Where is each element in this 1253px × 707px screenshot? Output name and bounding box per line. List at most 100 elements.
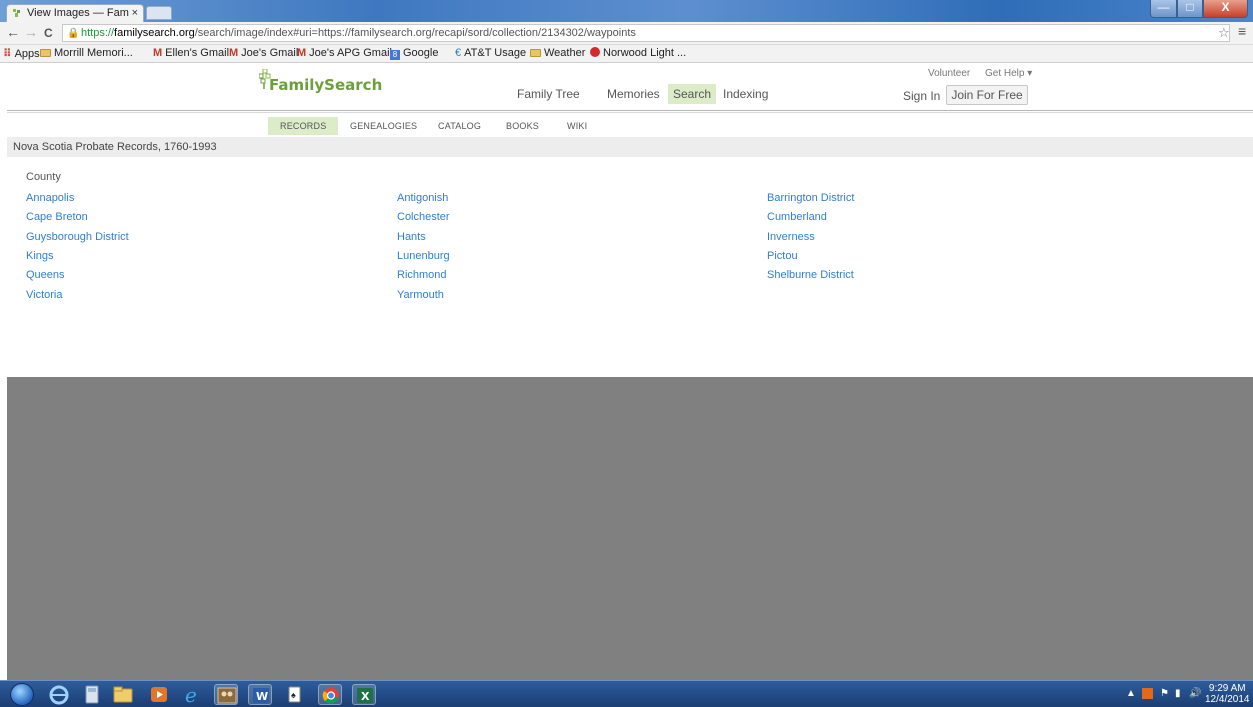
excel-icon[interactable]: X <box>352 684 376 705</box>
svg-text:e: e <box>185 684 197 705</box>
county-link-richmond[interactable]: Richmond <box>397 269 447 281</box>
maximize-button[interactable]: □ <box>1177 0 1203 18</box>
county-heading: County <box>26 171 61 183</box>
volunteer-link[interactable]: Volunteer <box>928 68 970 79</box>
county-link-shelburne-district[interactable]: Shelburne District <box>767 269 854 281</box>
join-for-free-button[interactable]: Join For Free <box>946 85 1028 105</box>
calculator-icon[interactable] <box>80 684 104 705</box>
norwood-icon <box>590 47 600 57</box>
gmail-icon: M <box>297 47 307 59</box>
subnav-records[interactable]: RECORDS <box>268 117 339 135</box>
bookmark-star-icon[interactable]: ☆ <box>1218 25 1230 41</box>
bookmark-apps[interactable]: ⠿ Apps <box>3 47 40 60</box>
window-titlebar: View Images — Fam × — □ X <box>0 0 1253 22</box>
svg-text:X: X <box>361 690 370 703</box>
header-divider-secondary <box>7 112 1253 113</box>
volume-icon[interactable]: 🔊 <box>1189 688 1201 699</box>
county-link-cape-breton[interactable]: Cape Breton <box>26 211 88 223</box>
bookmark-joes-apg-gmail[interactable]: M Joe's APG Gmail <box>297 47 392 59</box>
bookmarks-bar: ⠿ Apps Morrill Memori... M Ellen's Gmail M… <box>0 45 1253 63</box>
tray-app-icon[interactable] <box>1142 688 1153 699</box>
county-link-colchester[interactable]: Colchester <box>397 211 450 223</box>
collection-title-bar: Nova Scotia Probate Records, 1760-1993 <box>7 137 1253 157</box>
county-link-cumberland[interactable]: Cumberland <box>767 211 827 223</box>
back-arrow-icon[interactable]: ← <box>6 24 20 40</box>
county-link-kings[interactable]: Kings <box>26 250 54 262</box>
county-link-pictou[interactable]: Pictou <box>767 250 798 262</box>
county-link-victoria[interactable]: Victoria <box>26 289 62 301</box>
sign-in-link[interactable]: Sign In <box>903 89 940 103</box>
lock-icon: 🔒 <box>67 28 80 39</box>
word-icon[interactable]: W <box>248 684 272 705</box>
bookmark-norwood-light[interactable]: Norwood Light ... <box>590 47 686 59</box>
county-link-annapolis[interactable]: Annapolis <box>26 192 74 204</box>
image-viewer-area <box>7 377 1253 680</box>
svg-text:W: W <box>256 690 268 703</box>
get-help-menu[interactable]: Get Help ▾ <box>985 68 1032 79</box>
county-link-guysborough-district[interactable]: Guysborough District <box>26 231 129 243</box>
web-page: FamilySearch Family Tree Memories Search… <box>7 64 1253 680</box>
windows-taskbar: e W ♠ X ▲ ⚑ ▮ 🔊 9:29 AM 12/4/2014 <box>0 680 1253 707</box>
internet-explorer-icon[interactable]: e <box>180 683 204 707</box>
solitaire-icon[interactable]: ♠ <box>282 684 306 705</box>
url-scheme: https:// <box>81 27 115 39</box>
county-link-lunenburg[interactable]: Lunenburg <box>397 250 450 262</box>
forward-arrow-icon[interactable]: → <box>24 24 38 40</box>
chrome-menu-icon[interactable]: ≡ <box>1238 23 1246 39</box>
system-clock[interactable]: 9:29 AM 12/4/2014 <box>1205 683 1250 705</box>
nav-memories[interactable]: Memories <box>607 87 660 101</box>
bookmark-google[interactable]: 8 Google <box>390 47 438 60</box>
county-link-yarmouth[interactable]: Yarmouth <box>397 289 444 301</box>
nav-search[interactable]: Search <box>668 84 717 104</box>
media-player-icon[interactable] <box>147 684 171 705</box>
att-icon: € <box>455 47 462 59</box>
google-icon: 8 <box>390 50 400 60</box>
subnav-books[interactable]: BOOKS <box>506 121 539 131</box>
new-tab-button[interactable] <box>146 6 172 20</box>
tab-title: View Images — Fam <box>27 7 129 19</box>
gmail-icon: M <box>229 47 239 59</box>
address-bar[interactable]: 🔒 https://familysearch.org/search/image/i… <box>62 24 1230 42</box>
bookmark-ellens-gmail[interactable]: M Ellen's Gmail <box>153 47 229 59</box>
reload-icon[interactable]: C <box>44 26 53 40</box>
minimize-button[interactable]: — <box>1150 0 1177 18</box>
familysearch-logo[interactable]: FamilySearch <box>269 76 382 94</box>
subnav-genealogies[interactable]: GENEALOGIES <box>350 121 417 131</box>
subnav-wiki[interactable]: WIKI <box>567 121 587 131</box>
browser-toolbar: ← → C 🔒 https://familysearch.org/search/i… <box>0 22 1253 45</box>
bookmark-att-usage[interactable]: € AT&T Usage <box>455 47 526 59</box>
ie-old-icon[interactable] <box>47 684 71 705</box>
bookmark-joes-gmail[interactable]: M Joe's Gmail <box>229 47 298 59</box>
browser-tab[interactable]: View Images — Fam × <box>6 4 144 22</box>
svg-text:♠: ♠ <box>291 690 296 700</box>
chrome-icon[interactable] <box>318 684 342 705</box>
action-center-flag-icon[interactable]: ⚑ <box>1160 688 1169 699</box>
subnav-catalog[interactable]: CATALOG <box>438 121 481 131</box>
county-link-antigonish[interactable]: Antigonish <box>397 192 448 204</box>
county-link-inverness[interactable]: Inverness <box>767 231 815 243</box>
clock-time: 9:29 AM <box>1208 683 1246 694</box>
close-window-button[interactable]: X <box>1203 0 1248 18</box>
start-button-icon[interactable] <box>10 683 34 706</box>
bookmark-weather[interactable]: Weather <box>530 47 585 59</box>
tray-expand-icon[interactable]: ▲ <box>1126 688 1136 699</box>
folder-icon <box>530 49 541 57</box>
url-host: familysearch.org <box>114 27 195 39</box>
header-divider <box>7 110 1253 111</box>
explorer-icon[interactable] <box>111 684 135 705</box>
apps-icon: ⠿ <box>3 48 12 60</box>
tab-close-icon[interactable]: × <box>132 5 138 21</box>
nav-indexing[interactable]: Indexing <box>723 87 768 101</box>
county-link-queens[interactable]: Queens <box>26 269 65 281</box>
photos-icon[interactable] <box>214 684 238 705</box>
clock-date: 12/4/2014 <box>1205 694 1250 705</box>
url-path: /search/image/index#uri=https://familyse… <box>194 27 636 39</box>
county-link-hants[interactable]: Hants <box>397 231 426 243</box>
folder-icon <box>40 49 51 57</box>
county-link-barrington-district[interactable]: Barrington District <box>767 192 854 204</box>
gmail-icon: M <box>153 47 163 59</box>
bookmark-morrill[interactable]: Morrill Memori... <box>40 47 133 59</box>
nav-family-tree[interactable]: Family Tree <box>517 87 580 101</box>
familysearch-favicon-icon <box>13 9 20 17</box>
network-icon[interactable]: ▮ <box>1175 688 1181 699</box>
